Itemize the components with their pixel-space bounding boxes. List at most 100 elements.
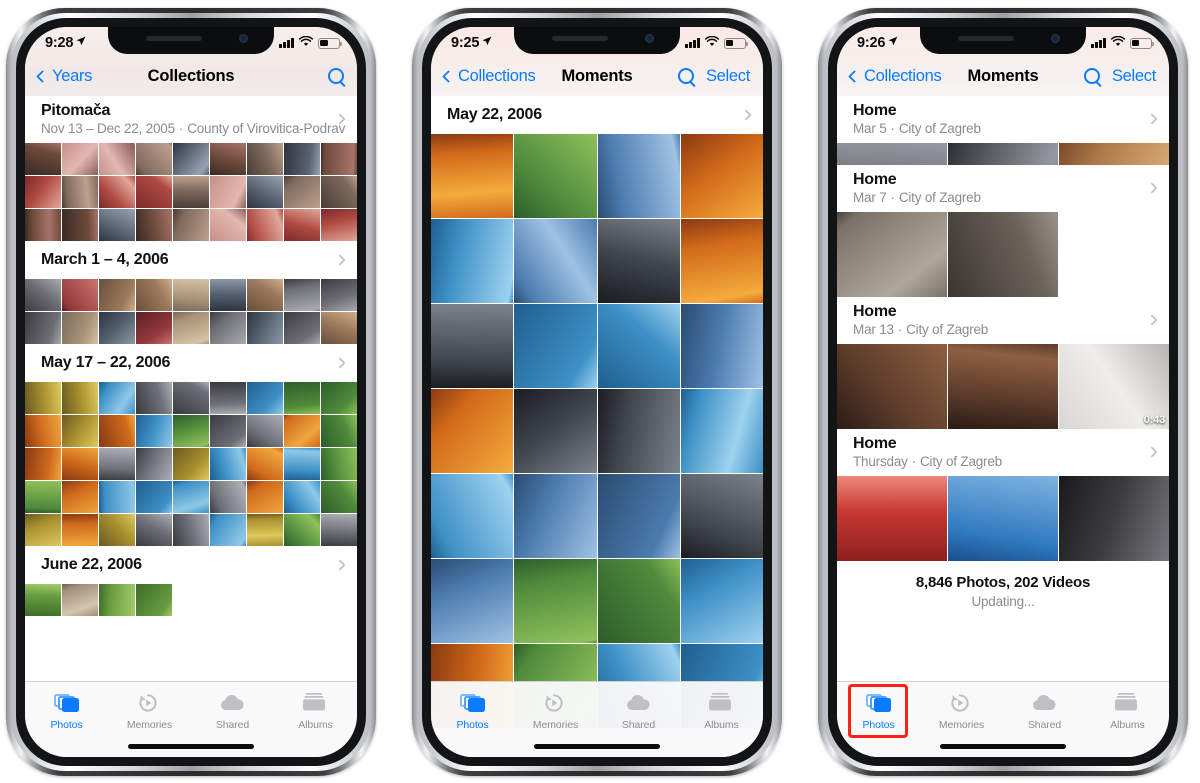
select-button[interactable]: Select [1112,67,1156,86]
photo-thumbnail[interactable] [1059,143,1169,165]
tab-albums[interactable]: Albums [680,682,763,757]
photo-grid[interactable]: 0:43 [837,344,1169,429]
photo-thumbnail[interactable] [321,312,357,344]
photo-thumbnail[interactable] [99,143,135,175]
photo-thumbnail[interactable] [948,212,1058,297]
photo-thumbnail[interactable] [136,209,172,241]
photo-thumbnail[interactable] [210,312,246,344]
photo-thumbnail[interactable] [136,514,172,546]
photo-thumbnail[interactable] [680,559,763,643]
back-button[interactable]: Years [36,67,92,86]
photo-thumbnail[interactable] [25,176,61,208]
photo-thumbnail[interactable] [210,209,246,241]
section-header[interactable]: May 22, 2006 [431,96,763,134]
photo-thumbnail[interactable] [210,176,246,208]
photo-thumbnail[interactable] [210,448,246,480]
photo-thumbnail[interactable] [62,415,98,447]
section-header[interactable]: Home Mar 7 · City of Zagreb [837,165,1169,212]
photo-thumbnail[interactable] [99,382,135,414]
photo-grid[interactable] [25,279,357,344]
photo-thumbnail[interactable] [173,415,209,447]
photo-thumbnail[interactable] [25,209,61,241]
photo-thumbnail[interactable] [514,474,597,558]
photo-thumbnail[interactable] [99,176,135,208]
photo-thumbnail[interactable] [136,382,172,414]
section-header[interactable]: Home Thursday · City of Zagreb [837,429,1169,476]
home-indicator[interactable] [128,744,254,749]
photo-thumbnail[interactable] [99,514,135,546]
photo-thumbnail[interactable] [597,474,680,558]
photo-thumbnail[interactable] [431,134,514,218]
photo-thumbnail[interactable] [136,143,172,175]
photo-thumbnail[interactable] [284,514,320,546]
photo-grid[interactable] [25,382,357,546]
photo-thumbnail[interactable] [680,134,763,218]
photo-thumbnail[interactable] [431,304,514,388]
tab-photos[interactable]: Photos [25,682,108,757]
photo-thumbnail[interactable] [99,415,135,447]
photo-thumbnail[interactable] [247,143,283,175]
photo-thumbnail[interactable] [597,219,680,303]
photo-thumbnail[interactable] [25,514,61,546]
photo-thumbnail[interactable] [62,143,98,175]
photo-thumbnail[interactable] [99,481,135,513]
photo-thumbnail[interactable] [680,219,763,303]
photo-thumbnail[interactable] [210,514,246,546]
photo-thumbnail[interactable] [514,134,597,218]
photo-thumbnail[interactable] [99,312,135,344]
photo-thumbnail[interactable] [25,584,61,616]
photo-thumbnail[interactable] [136,448,172,480]
photo-thumbnail[interactable] [136,279,172,311]
photo-thumbnail[interactable] [247,415,283,447]
photo-thumbnail[interactable] [321,382,357,414]
photo-thumbnail[interactable] [99,584,135,616]
photo-thumbnail[interactable] [837,344,947,429]
photo-thumbnail[interactable] [25,481,61,513]
photo-thumbnail[interactable] [173,448,209,480]
section-header[interactable]: March 1 – 4, 2006 [25,241,357,279]
photo-thumbnail[interactable] [514,304,597,388]
photo-thumbnail[interactable] [62,382,98,414]
photo-grid[interactable] [25,143,357,241]
photo-thumbnail[interactable] [136,584,172,616]
photo-grid[interactable] [431,134,763,728]
photo-thumbnail[interactable] [948,344,1058,429]
photo-thumbnail[interactable] [173,481,209,513]
photo-thumbnail[interactable] [597,389,680,473]
tab-albums[interactable]: Albums [274,682,357,757]
photo-thumbnail[interactable] [62,176,98,208]
photo-thumbnail[interactable] [99,279,135,311]
home-indicator[interactable] [534,744,660,749]
photo-thumbnail[interactable] [247,279,283,311]
photo-thumbnail[interactable] [431,219,514,303]
photo-thumbnail[interactable] [25,279,61,311]
photo-thumbnail[interactable] [284,415,320,447]
photo-grid[interactable] [837,476,1169,561]
photo-thumbnail[interactable] [210,481,246,513]
photo-thumbnail[interactable] [62,481,98,513]
photo-thumbnail[interactable] [284,481,320,513]
photo-thumbnail[interactable] [321,415,357,447]
photo-thumbnail[interactable] [210,382,246,414]
photo-thumbnail[interactable] [284,279,320,311]
back-button[interactable]: Collections [442,67,536,86]
photo-thumbnail[interactable] [210,279,246,311]
photo-thumbnail[interactable] [173,382,209,414]
section-header[interactable]: May 17 – 22, 2006 [25,344,357,382]
photo-thumbnail[interactable] [247,209,283,241]
photo-thumbnail[interactable] [431,389,514,473]
photo-thumbnail[interactable] [597,304,680,388]
photo-thumbnail[interactable] [284,312,320,344]
photo-thumbnail[interactable] [321,209,357,241]
photo-thumbnail[interactable] [321,514,357,546]
photo-thumbnail[interactable] [680,389,763,473]
photo-thumbnail[interactable] [247,312,283,344]
back-button[interactable]: Collections [848,67,942,86]
select-button[interactable]: Select [706,67,750,86]
photo-thumbnail[interactable] [173,279,209,311]
photo-thumbnail[interactable] [99,209,135,241]
photo-thumbnail[interactable] [247,514,283,546]
phone-3-content[interactable]: Home Mar 5 · City of Zagreb Home Mar 7 ·… [837,27,1169,757]
photo-thumbnail[interactable] [25,143,61,175]
photo-thumbnail[interactable] [837,143,947,165]
